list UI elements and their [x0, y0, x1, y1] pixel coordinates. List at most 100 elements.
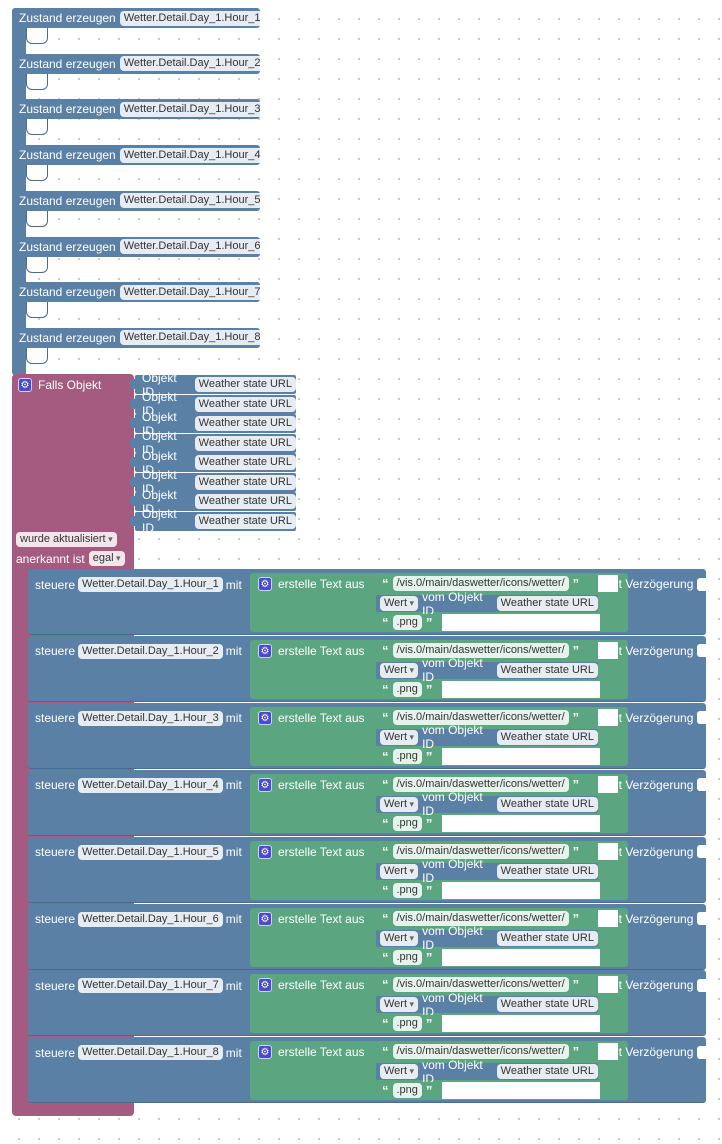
- objekt-value[interactable]: Weather state URL: [194, 416, 296, 431]
- erstelle-text-block[interactable]: ⚙ erstelle Text aus “ /vis.0/main/daswet…: [250, 639, 628, 699]
- ext-value[interactable]: .png: [392, 615, 422, 630]
- objekt-value[interactable]: Weather state URL: [194, 513, 296, 529]
- gear-icon[interactable]: ⚙: [258, 1045, 272, 1060]
- zustand-block[interactable]: Zustand erzeugen Wetter.Detail.Day_1.Hou…: [12, 282, 265, 319]
- wert-objekt-value[interactable]: Weather state URL: [496, 1064, 598, 1080]
- gear-icon[interactable]: ⚙: [258, 844, 272, 859]
- zustand-value[interactable]: Wetter.Detail.Day_1.Hour_7: [119, 284, 265, 300]
- gear-icon[interactable]: ⚙: [258, 643, 272, 658]
- gear-icon[interactable]: ⚙: [258, 978, 272, 993]
- verz-checkbox[interactable]: [697, 845, 711, 859]
- text-ext-block[interactable]: “ .png ”: [376, 948, 600, 966]
- ext-value[interactable]: .png: [392, 815, 422, 831]
- zustand-block[interactable]: Zustand erzeugen Wetter.Detail.Day_1.Hou…: [12, 99, 265, 136]
- wert-dropdown[interactable]: Wert: [380, 1064, 419, 1080]
- text-ext-block[interactable]: “ .png ”: [376, 814, 600, 832]
- wert-dropdown[interactable]: Wert: [380, 596, 419, 611]
- objekt-value[interactable]: Weather state URL: [194, 494, 296, 509]
- zustand-value[interactable]: Wetter.Detail.Day_1.Hour_1: [119, 10, 265, 26]
- objekt-value[interactable]: Weather state URL: [194, 396, 296, 412]
- wert-block[interactable]: Wert vom Objekt ID Weather state URL: [376, 590, 598, 618]
- wert-objekt-value[interactable]: Weather state URL: [496, 863, 598, 879]
- ext-value[interactable]: .png: [392, 1083, 422, 1099]
- ext-value[interactable]: .png: [392, 681, 422, 697]
- zustand-block[interactable]: Zustand erzeugen Wetter.Detail.Day_1.Hou…: [12, 190, 265, 227]
- text-ext-block[interactable]: “ .png ”: [376, 1082, 600, 1100]
- steuere-block[interactable]: steuere Wetter.Detail.Day_1.Hour_2 mit ⚙…: [28, 635, 711, 702]
- zustand-block[interactable]: Zustand erzeugen Wetter.Detail.Day_1.Hou…: [12, 53, 265, 90]
- zustand-block[interactable]: Zustand erzeugen Wetter.Detail.Day_1.Hou…: [12, 8, 265, 44]
- zustand-value[interactable]: Wetter.Detail.Day_1.Hour_4: [119, 147, 265, 163]
- zustand-block[interactable]: Zustand erzeugen Wetter.Detail.Day_1.Hou…: [12, 327, 265, 364]
- steuere-block[interactable]: steuere Wetter.Detail.Day_1.Hour_1 mit ⚙…: [28, 569, 711, 635]
- verz-checkbox[interactable]: [697, 644, 711, 658]
- verz-checkbox[interactable]: [697, 1045, 711, 1059]
- wert-dropdown[interactable]: Wert: [380, 930, 419, 946]
- erstelle-text-block[interactable]: ⚙ erstelle Text aus “ /vis.0/main/daswet…: [250, 706, 628, 766]
- wert-objekt-value[interactable]: Weather state URL: [496, 596, 598, 611]
- text-ext-block[interactable]: “ .png ”: [376, 1015, 600, 1033]
- ext-value[interactable]: .png: [392, 748, 422, 764]
- wert-block[interactable]: Wert vom Objekt ID Weather state URL: [376, 991, 598, 1019]
- steuere-target[interactable]: Wetter.Detail.Day_1.Hour_6: [78, 911, 223, 927]
- wert-block[interactable]: Wert vom Objekt ID Weather state URL: [376, 924, 598, 952]
- erstelle-text-block[interactable]: ⚙ erstelle Text aus “ /vis.0/main/daswet…: [250, 1041, 628, 1101]
- wert-dropdown[interactable]: Wert: [380, 662, 419, 678]
- zustand-value[interactable]: Wetter.Detail.Day_1.Hour_5: [119, 193, 265, 209]
- steuere-block[interactable]: steuere Wetter.Detail.Day_1.Hour_8 mit ⚙…: [28, 1037, 711, 1104]
- gear-icon[interactable]: ⚙: [258, 777, 272, 792]
- steuere-target[interactable]: Wetter.Detail.Day_1.Hour_8: [78, 1045, 223, 1061]
- steuere-block[interactable]: steuere Wetter.Detail.Day_1.Hour_5 mit ⚙…: [28, 836, 711, 903]
- erstelle-text-block[interactable]: ⚙ erstelle Text aus “ /vis.0/main/daswet…: [250, 907, 628, 967]
- zustand-block[interactable]: Zustand erzeugen Wetter.Detail.Day_1.Hou…: [12, 236, 265, 273]
- wert-objekt-value[interactable]: Weather state URL: [496, 729, 598, 745]
- zustand-value[interactable]: Wetter.Detail.Day_1.Hour_3: [119, 101, 265, 117]
- text-ext-block[interactable]: “ .png ”: [376, 881, 600, 899]
- wert-block[interactable]: Wert vom Objekt ID Weather state URL: [376, 723, 598, 751]
- zustand-value[interactable]: Wetter.Detail.Day_1.Hour_6: [119, 239, 265, 254]
- erstelle-text-block[interactable]: ⚙ erstelle Text aus “ /vis.0/main/daswet…: [250, 840, 628, 900]
- trigger-dropdown[interactable]: wurde aktualisiert: [16, 532, 117, 547]
- steuere-block[interactable]: steuere Wetter.Detail.Day_1.Hour_3 mit ⚙…: [28, 702, 711, 769]
- steuere-target[interactable]: Wetter.Detail.Day_1.Hour_4: [78, 777, 223, 793]
- ack-dropdown[interactable]: egal: [88, 551, 125, 566]
- steuere-target[interactable]: Wetter.Detail.Day_1.Hour_2: [78, 643, 223, 659]
- erstelle-text-block[interactable]: ⚙ erstelle Text aus “ /vis.0/main/daswet…: [250, 974, 628, 1034]
- erstelle-text-block[interactable]: ⚙ erstelle Text aus “ /vis.0/main/daswet…: [250, 773, 628, 833]
- verz-checkbox[interactable]: [697, 778, 711, 792]
- wert-objekt-value[interactable]: Weather state URL: [496, 662, 598, 678]
- gear-icon[interactable]: ⚙: [258, 911, 272, 926]
- gear-icon[interactable]: ⚙: [258, 710, 272, 725]
- verz-checkbox[interactable]: [697, 577, 711, 591]
- zustand-value[interactable]: Wetter.Detail.Day_1.Hour_8: [119, 330, 265, 346]
- verz-checkbox[interactable]: [697, 711, 711, 725]
- zustand-value[interactable]: Wetter.Detail.Day_1.Hour_2: [119, 56, 265, 72]
- gear-icon[interactable]: ⚙: [18, 378, 32, 392]
- wert-block[interactable]: Wert vom Objekt ID Weather state URL: [376, 1058, 598, 1086]
- steuere-block[interactable]: steuere Wetter.Detail.Day_1.Hour_6 mit ⚙…: [28, 903, 711, 970]
- wert-block[interactable]: Wert vom Objekt ID Weather state URL: [376, 790, 598, 818]
- text-ext-block[interactable]: “ .png ”: [376, 680, 600, 698]
- steuere-target[interactable]: Wetter.Detail.Day_1.Hour_1: [78, 577, 223, 592]
- wert-block[interactable]: Wert vom Objekt ID Weather state URL: [376, 656, 598, 684]
- ext-value[interactable]: .png: [392, 949, 422, 965]
- objekt-value[interactable]: Weather state URL: [194, 455, 296, 470]
- wert-dropdown[interactable]: Wert: [380, 729, 419, 745]
- objekt-value[interactable]: Weather state URL: [194, 377, 296, 392]
- text-ext-block[interactable]: “ .png ”: [376, 747, 600, 765]
- steuere-target[interactable]: Wetter.Detail.Day_1.Hour_5: [78, 844, 223, 860]
- wert-block[interactable]: Wert vom Objekt ID Weather state URL: [376, 857, 598, 885]
- verz-checkbox[interactable]: [697, 978, 711, 992]
- objekt-value[interactable]: Weather state URL: [194, 435, 296, 451]
- objekt-value[interactable]: Weather state URL: [194, 474, 296, 490]
- wert-objekt-value[interactable]: Weather state URL: [496, 796, 598, 812]
- text-ext-block[interactable]: “ .png ”: [376, 614, 600, 631]
- steuere-target[interactable]: Wetter.Detail.Day_1.Hour_3: [78, 710, 223, 726]
- steuere-block[interactable]: steuere Wetter.Detail.Day_1.Hour_4 mit ⚙…: [28, 769, 711, 836]
- objekt-id-block[interactable]: Objekt ID Weather state URL: [130, 507, 296, 535]
- wert-objekt-value[interactable]: Weather state URL: [496, 930, 598, 946]
- steuere-target[interactable]: Wetter.Detail.Day_1.Hour_7: [78, 978, 223, 994]
- ext-value[interactable]: .png: [392, 882, 422, 898]
- zustand-block[interactable]: Zustand erzeugen Wetter.Detail.Day_1.Hou…: [12, 145, 265, 182]
- wert-objekt-value[interactable]: Weather state URL: [496, 997, 598, 1013]
